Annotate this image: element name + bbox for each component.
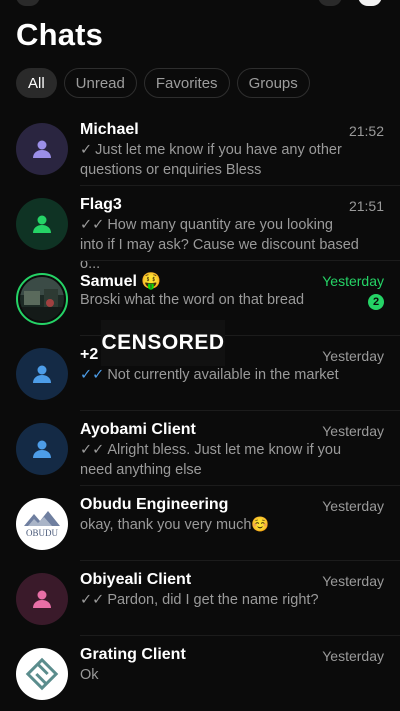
person-icon: [33, 365, 51, 383]
chat-time: 21:52: [348, 123, 384, 139]
photo-avatar-icon: [20, 277, 64, 321]
double-tick-icon: ✓✓: [80, 592, 105, 608]
double-tick-icon: ✓✓: [80, 217, 105, 233]
chat-time: Yesterday: [322, 273, 384, 289]
chat-time: Yesterday: [322, 498, 384, 514]
chat-row-obiyeali[interactable]: Obiyeali Client Yesterday ✓✓ Pardon, did …: [0, 561, 400, 636]
avatar[interactable]: [16, 273, 68, 325]
single-tick-icon: ✓: [80, 142, 93, 158]
chat-list: Michael 21:52 ✓ Just let me know if you h…: [0, 111, 400, 711]
chat-preview-text: Not currently available in the market: [107, 367, 339, 383]
new-chat-icon[interactable]: [358, 0, 382, 6]
chat-name: Samuel 🤑: [80, 273, 162, 290]
chat-row-obudu[interactable]: OBUDU Obudu Engineering Yesterday okay, …: [0, 486, 400, 561]
chat-name: Obiyeali Client: [80, 571, 192, 588]
chat-preview: Broski what the word on that bread: [80, 292, 305, 308]
filter-chips: All Unread Favorites Groups: [16, 68, 310, 98]
filter-groups[interactable]: Groups: [236, 68, 310, 98]
chat-preview: Ok: [80, 667, 99, 683]
chat-name: +2: [80, 346, 99, 363]
avatar[interactable]: [16, 348, 68, 400]
chat-time: Yesterday: [322, 348, 384, 364]
avatar[interactable]: [16, 123, 68, 175]
grating-logo-icon: [25, 657, 59, 691]
chat-name: Obudu Engineering: [80, 496, 229, 513]
double-tick-icon: ✓✓: [80, 442, 105, 458]
camera-icon[interactable]: [16, 0, 40, 6]
chat-name: Grating Client: [80, 646, 186, 663]
censored-overlay: CENSORED: [101, 320, 225, 366]
avatar[interactable]: [16, 573, 68, 625]
chat-row-michael[interactable]: Michael 21:52 ✓ Just let me know if you h…: [0, 111, 400, 186]
camera-icon-2[interactable]: [318, 0, 342, 6]
chat-row-flag3[interactable]: Flag3 21:51 ✓✓ How many quantity are you …: [0, 186, 400, 272]
avatar[interactable]: [16, 198, 68, 250]
person-icon: [33, 215, 51, 233]
chat-name: Michael: [80, 121, 139, 138]
person-icon: [33, 140, 51, 158]
avatar[interactable]: [16, 423, 68, 475]
double-tick-read-icon: ✓✓: [80, 367, 105, 383]
chat-preview: ✓✓ Not currently available in the market: [80, 366, 360, 386]
unread-badge: 2: [368, 294, 384, 310]
filter-unread[interactable]: Unread: [63, 68, 137, 98]
chat-preview-text: Alright bless. Just let me know if you n…: [80, 442, 342, 478]
chat-row-ayobami[interactable]: Ayobami Client Yesterday ✓✓ Alright bless…: [0, 411, 400, 486]
chat-preview: ✓ Just let me know if you have any other …: [80, 141, 360, 180]
person-icon: [33, 440, 51, 458]
chat-time: Yesterday: [322, 648, 384, 664]
top-toolbar: [0, 0, 400, 6]
filter-favorites[interactable]: Favorites: [143, 68, 230, 98]
chat-time: 21:51: [348, 198, 384, 214]
obudu-logo-icon: OBUDU: [24, 511, 60, 538]
chat-preview: okay, thank you very much☺️: [80, 517, 270, 533]
logo-text: OBUDU: [26, 528, 59, 538]
avatar[interactable]: OBUDU: [16, 498, 68, 550]
chat-preview-text: Pardon, did I get the name right?: [107, 592, 319, 608]
chat-time: Yesterday: [322, 423, 384, 439]
person-icon: [33, 590, 51, 608]
chat-preview: ✓✓ Alright bless. Just let me know if you…: [80, 441, 360, 480]
avatar[interactable]: [16, 648, 68, 700]
chat-name: Ayobami Client: [80, 421, 196, 438]
chat-name: Flag3: [80, 196, 122, 213]
filter-all[interactable]: All: [16, 68, 57, 98]
chat-time: Yesterday: [322, 573, 384, 589]
chat-row-grating[interactable]: Grating Client Yesterday Ok: [0, 636, 400, 711]
chat-preview: ✓✓ Pardon, did I get the name right?: [80, 591, 360, 611]
page-title: Chats: [16, 17, 104, 52]
chat-preview-text: Just let me know if you have any other q…: [80, 142, 342, 178]
